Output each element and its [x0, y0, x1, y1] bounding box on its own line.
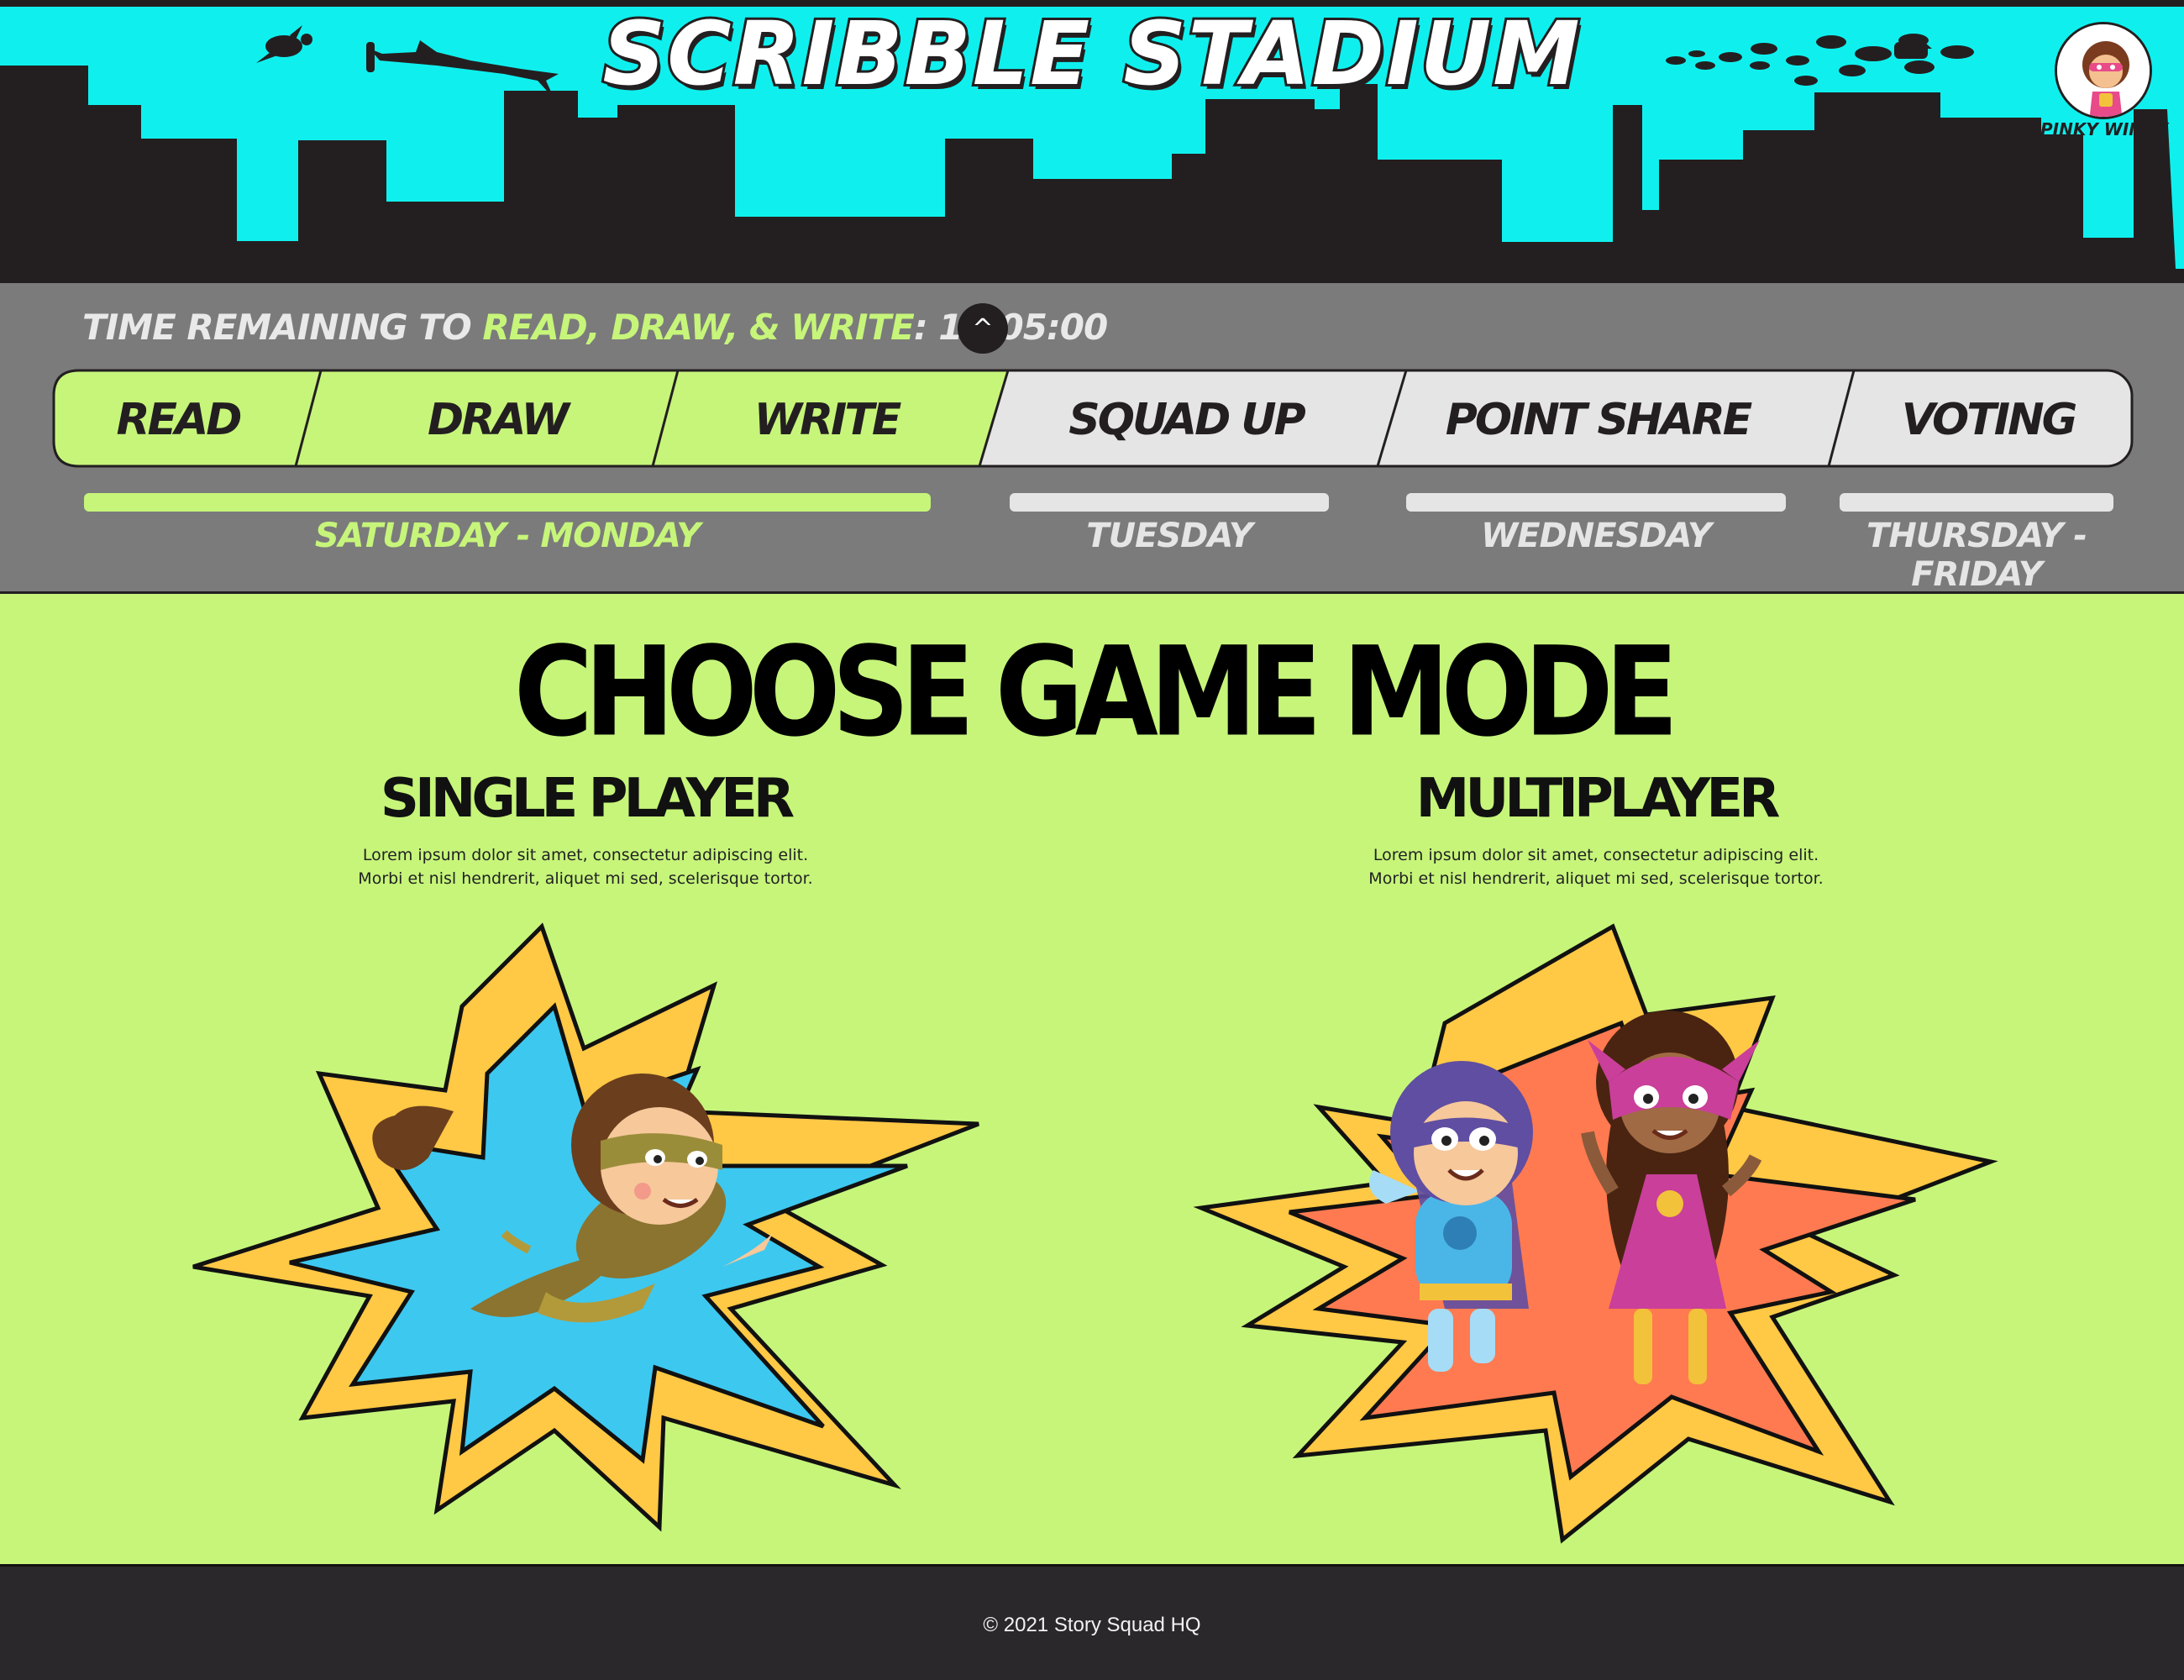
copyright-text: © 2021 Story Squad HQ — [983, 1614, 1201, 1636]
header-banner: SCRIBBLE STADIUM PINKY WINKY — [0, 0, 2184, 283]
single-player-description: Lorem ipsum dolor sit amet, consectetur … — [291, 843, 879, 890]
single-player-card[interactable] — [185, 914, 991, 1536]
step-squad-up-label: SQUAD UP — [1068, 395, 1305, 445]
timer-phase: READ, DRAW, & WRITE — [482, 307, 915, 348]
chevron-up-icon: ^ — [972, 313, 994, 344]
page-title: CHOOSE GAME MODE — [513, 620, 1678, 765]
collapse-toggle-button[interactable]: ^ — [958, 303, 1008, 354]
step-write[interactable]: WRITE — [754, 395, 904, 445]
app-title: SCRIBBLE STADIUM — [600, 0, 1582, 108]
single-player-title: SINGLE PLAYER — [380, 768, 795, 830]
step-voting-label: VOTING — [1902, 395, 2076, 445]
multiplayer-desc-line-2: Morbi et nisl hendrerit, aliquet mi sed,… — [1368, 869, 1824, 888]
phase-days-1: SATURDAY - MONDAY — [314, 517, 701, 555]
game-mode-section: CHOOSE GAME MODE SINGLE PLAYER Lorem ips… — [0, 595, 2184, 1564]
footer: © 2021 Story Squad HQ — [0, 1564, 2184, 1680]
single-player-desc-line-1: Lorem ipsum dolor sit amet, consectetur … — [362, 846, 809, 864]
step-point-share-label: POINT SHARE — [1446, 395, 1752, 445]
phase-progress-bar-4 — [1840, 493, 2113, 512]
step-voting[interactable]: VOTING — [1902, 395, 2079, 445]
step-draw-label: DRAW — [428, 395, 572, 445]
timer-separator: : — [913, 307, 939, 348]
multiplayer-title: MULTIPLAYER — [1415, 768, 1781, 830]
timer-prefix: TIME REMAINING TO — [82, 307, 483, 348]
phase-stepper: READ DRAW WRITE SQUAD UP POINT SHARE VOT… — [52, 369, 2134, 468]
user-avatar[interactable] — [2055, 22, 2152, 119]
multiplayer-card[interactable] — [1193, 914, 1999, 1552]
phase-days-2: TUESDAY — [1086, 517, 1252, 555]
progress-panel: TIME REMAINING TO READ, DRAW, & WRITE: 1… — [0, 283, 2184, 594]
step-read[interactable]: READ — [117, 395, 244, 445]
step-write-label: WRITE — [754, 395, 901, 445]
step-squad-up[interactable]: SQUAD UP — [1068, 395, 1308, 445]
time-remaining: TIME REMAINING TO READ, DRAW, & WRITE: 1… — [82, 307, 1108, 348]
phase-progress-bar-1 — [84, 493, 931, 512]
user-name-label[interactable]: PINKY WINKY — [2033, 119, 2176, 139]
step-read-label: READ — [117, 395, 241, 445]
phase-days-4: THURSDAY - FRIDAY — [1866, 517, 2087, 594]
single-player-desc-line-2: Morbi et nisl hendrerit, aliquet mi sed,… — [358, 869, 813, 888]
phase-progress-bar-3 — [1406, 493, 1786, 512]
phase-days-3: WEDNESDAY — [1481, 517, 1712, 555]
step-point-share[interactable]: POINT SHARE — [1446, 395, 1755, 445]
multiplayer-description: Lorem ipsum dolor sit amet, consectetur … — [1302, 843, 1890, 890]
phase-progress-bar-2 — [1010, 493, 1329, 512]
step-draw[interactable]: DRAW — [428, 395, 575, 445]
multiplayer-desc-line-1: Lorem ipsum dolor sit amet, consectetur … — [1373, 846, 1819, 864]
